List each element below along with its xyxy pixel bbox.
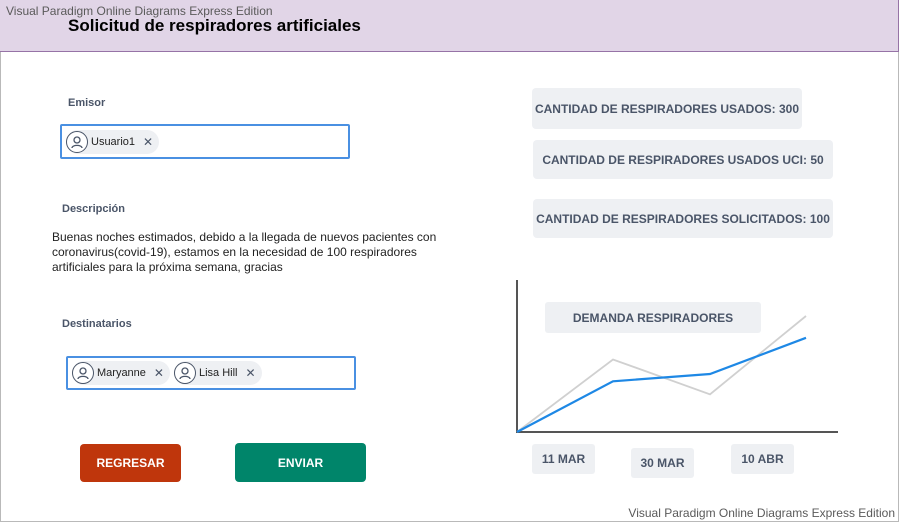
- send-button[interactable]: ENVIAR: [235, 443, 366, 482]
- header-bar: Visual Paradigm Online Diagrams Express …: [0, 0, 899, 52]
- description-label: Descripción: [62, 203, 125, 215]
- back-button[interactable]: REGRESAR: [80, 444, 181, 482]
- remove-recipient-icon[interactable]: ✕: [246, 366, 256, 380]
- recipient-chip[interactable]: Lisa Hill ✕: [173, 361, 262, 385]
- recipient-chip-label: Maryanne: [97, 367, 146, 379]
- remove-sender-icon[interactable]: ✕: [143, 135, 153, 149]
- recipients-label: Destinatarios: [62, 318, 132, 330]
- description-text: Buenas noches estimados, debido a la lle…: [52, 230, 437, 274]
- stat-requested: CANTIDAD DE RESPIRADORES SOLICITADOS: 10…: [533, 199, 833, 238]
- recipients-field[interactable]: Maryanne ✕ Lisa Hill ✕: [66, 356, 356, 390]
- sender-label: Emisor: [68, 97, 106, 109]
- sender-chip-label: Usuario1: [91, 135, 136, 148]
- stat-used: CANTIDAD DE RESPIRADORES USADOS: 300: [532, 88, 802, 129]
- sender-field[interactable]: Usuario1 ✕: [60, 124, 350, 159]
- x-tick-label: 30 MAR: [631, 448, 694, 478]
- recipient-chip[interactable]: Maryanne ✕: [72, 361, 170, 385]
- sender-chip[interactable]: Usuario1 ✕: [66, 129, 160, 154]
- page-title: Solicitud de respiradores artificiales: [68, 16, 361, 35]
- chart-title: DEMANDA RESPIRADORES: [545, 302, 761, 333]
- x-tick-label: 10 ABR: [731, 444, 794, 474]
- stat-used-icu: CANTIDAD DE RESPIRADORES USADOS UCI: 50: [533, 140, 833, 179]
- x-tick-label: 11 MAR: [532, 444, 595, 474]
- user-icon: [72, 362, 94, 384]
- user-icon: [173, 362, 196, 384]
- user-icon: [66, 130, 88, 153]
- remove-recipient-icon[interactable]: ✕: [154, 366, 164, 380]
- recipient-chip-label: Lisa Hill: [198, 367, 238, 379]
- watermark-bottom: Visual Paradigm Online Diagrams Express …: [628, 506, 895, 520]
